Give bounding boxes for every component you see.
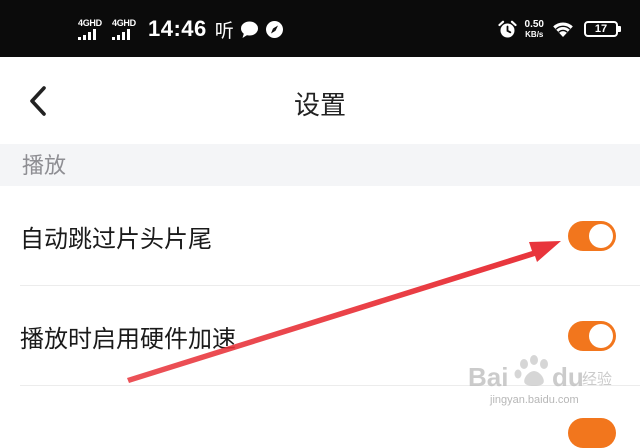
- section-header: 播放: [0, 144, 640, 186]
- message-icon: [240, 20, 259, 39]
- network-type-label: 4GHD: [112, 17, 136, 28]
- watermark-url: jingyan.baidu.com: [490, 394, 579, 406]
- network-speed: 0.50 KB/s: [524, 18, 544, 39]
- network-speed-unit: KB/s: [525, 29, 544, 39]
- network-indicator-1: 4GHD: [78, 17, 106, 40]
- network-speed-value: 0.50: [524, 18, 544, 30]
- hardware-acceleration-toggle[interactable]: [568, 321, 616, 351]
- divider: [20, 385, 640, 386]
- section-label: 播放: [22, 154, 67, 179]
- setting-row-skip-intro-outro[interactable]: 自动跳过片头片尾: [0, 186, 640, 286]
- wifi-icon: [552, 20, 574, 39]
- page-title: 设置: [293, 91, 346, 121]
- app-header: 设置: [0, 57, 640, 144]
- setting-row-hardware-acceleration[interactable]: 播放时启用硬件加速: [0, 286, 640, 386]
- skip-intro-outro-toggle[interactable]: [568, 221, 616, 251]
- signal-icon: [112, 28, 130, 40]
- network-indicator-2: 4GHD: [112, 17, 140, 40]
- signal-icon: [78, 28, 96, 40]
- status-time: 14:46: [148, 16, 207, 41]
- toggle-knob: [589, 324, 613, 348]
- compass-icon: [265, 20, 284, 39]
- status-bar-right: 0.50 KB/s 17: [497, 14, 621, 44]
- setting-label: 自动跳过片头片尾: [20, 225, 212, 253]
- network-type-label: 4GHD: [78, 17, 102, 28]
- battery-icon: 17: [584, 21, 621, 37]
- status-bar-left: 4GHD 4GHD 14:46 听: [78, 14, 284, 44]
- setting-label: 播放时启用硬件加速: [20, 325, 236, 353]
- status-bar: 4GHD 4GHD 14:46 听 0.50 KB/s 17: [0, 0, 640, 57]
- battery-level: 17: [594, 23, 608, 35]
- alarm-icon: [497, 20, 517, 39]
- toggle-knob: [589, 224, 613, 248]
- listen-app-icon: 听: [214, 19, 234, 42]
